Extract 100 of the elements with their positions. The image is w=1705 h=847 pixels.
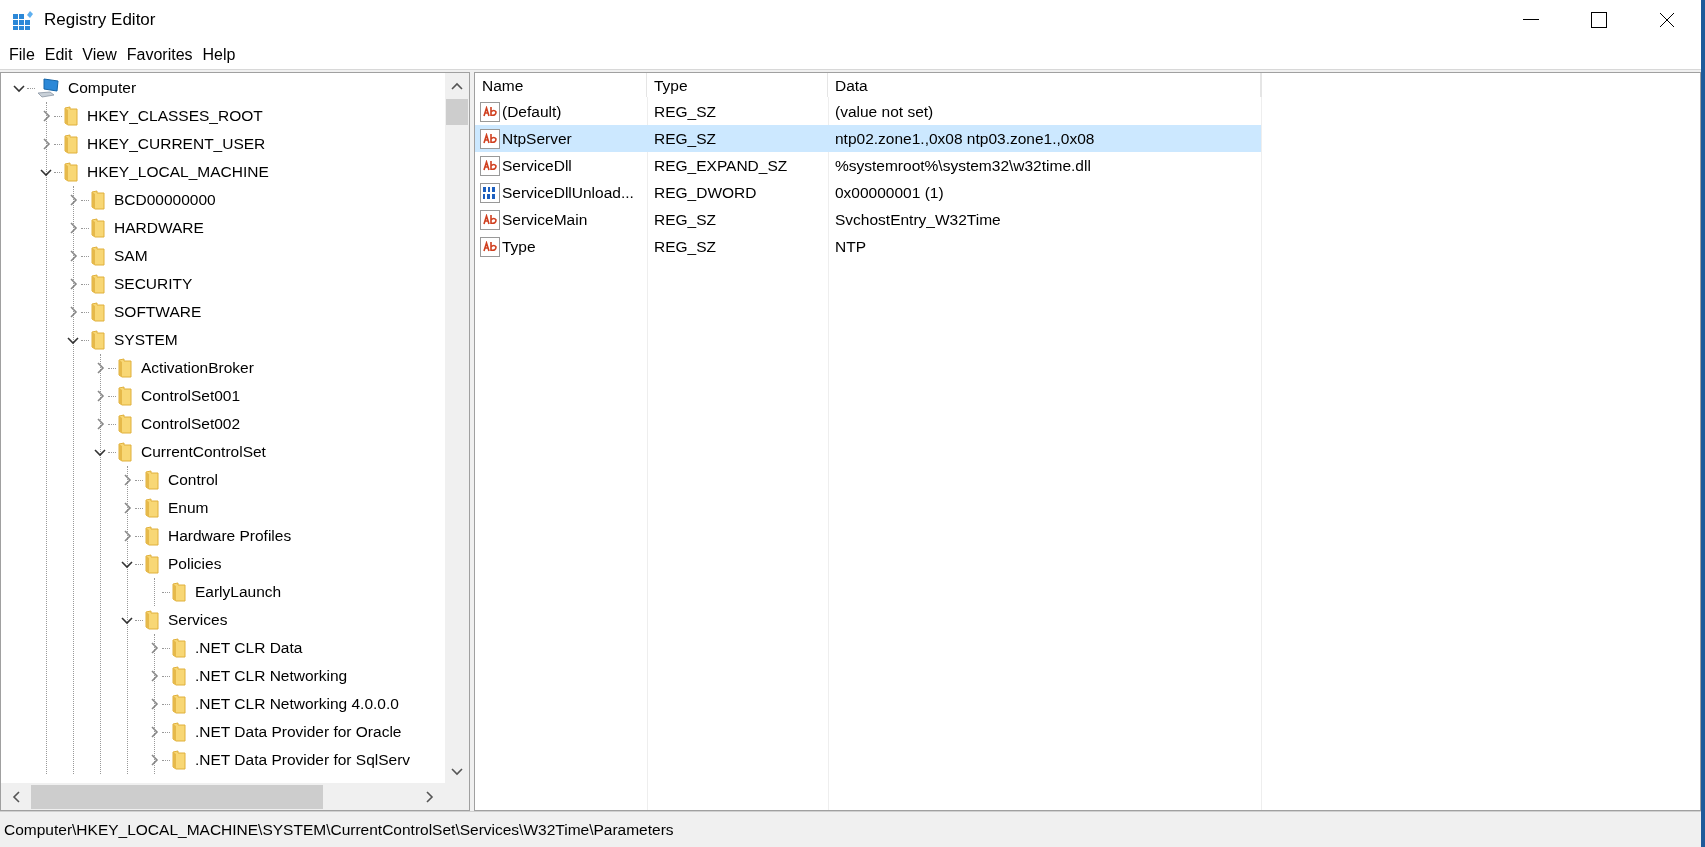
tree-item[interactable]: .NET CLR Networking [194,664,349,688]
folder-icon [118,358,132,378]
folder-icon [91,330,105,350]
folder-icon [172,722,186,742]
folder-icon [64,134,78,154]
table-row[interactable]: (Default) REG_SZ (value not set) [475,98,1261,125]
chevron-down-icon[interactable] [94,446,106,458]
tree-item[interactable]: ControlSet002 [140,412,242,436]
value-name: ServiceMain [502,209,588,230]
chevron-right-icon[interactable] [94,390,106,402]
maximize-icon [1591,12,1607,28]
chevron-down-icon[interactable] [121,614,133,626]
binary-value-icon [480,182,500,203]
folder-icon [91,218,105,238]
folder-icon [91,302,105,322]
tree-item[interactable]: EarlyLaunch [194,580,283,604]
tree-item[interactable]: Policies [167,552,223,576]
tree-item[interactable]: Hardware Profiles [167,524,293,548]
tree-item[interactable]: HKEY_LOCAL_MACHINE [86,160,270,184]
folder-icon [145,526,159,546]
scroll-left-icon[interactable] [11,790,21,803]
tree-item[interactable]: .NET CLR Data [194,636,304,660]
chevron-down-icon[interactable] [40,166,52,178]
menu-item[interactable]: Favorites [121,42,198,67]
chevron-down-icon[interactable] [121,558,133,570]
table-row[interactable]: ServiceDllUnload... REG_DWORD 0x00000001 (1) [475,179,1261,206]
table-row[interactable]: Type REG_SZ NTP [475,233,1261,260]
tree-item[interactable]: ControlSet001 [140,384,242,408]
value-name: NtpServer [502,128,572,149]
scrollbar-thumb[interactable] [446,99,468,125]
tree-item[interactable]: CurrentControlSet [140,440,267,464]
scrollbar-thumb[interactable] [31,784,323,809]
folder-icon [145,610,159,630]
folder-icon [172,582,186,602]
tree-item[interactable]: Computer [67,76,138,100]
registry-app-icon [12,9,34,31]
tree-item[interactable]: .NET Data Provider for Oracle [194,720,403,744]
tree-item[interactable]: ActivationBroker [140,356,255,380]
window-title: Registry Editor [44,9,156,32]
status-bar: Computer\HKEY_LOCAL_MACHINE\SYSTEM\CurrentControlSet\Services\W32Time\Parameters [0,811,1701,847]
chevron-right-icon[interactable] [67,278,79,290]
close-icon [1659,12,1675,28]
chevron-right-icon[interactable] [67,306,79,318]
folder-icon [91,274,105,294]
tree-item[interactable]: Enum [167,496,210,520]
minimize-icon [1523,19,1539,21]
menu-item[interactable]: View [77,42,122,67]
vertical-scrollbar[interactable] [445,73,469,783]
value-type: REG_SZ [653,128,717,149]
tree-item[interactable]: .NET CLR Networking 4.0.0.0 [194,692,400,716]
chevron-right-icon[interactable] [121,530,133,542]
menu-item[interactable]: Help [197,42,241,67]
chevron-right-icon[interactable] [148,698,160,710]
tree-item[interactable]: SYSTEM [113,328,179,352]
scroll-up-icon[interactable] [451,81,463,91]
menu-item[interactable]: Edit [39,42,78,67]
column-header[interactable]: Type [647,73,828,97]
chevron-right-icon[interactable] [148,670,160,682]
chevron-right-icon[interactable] [67,222,79,234]
tree-item[interactable]: BCD00000000 [113,188,217,212]
table-row[interactable]: NtpServer REG_SZ ntp02.zone1.,0x08 ntp03.zone1.,0x08 [475,125,1261,152]
horizontal-scrollbar[interactable] [1,783,469,810]
string-value-icon [480,128,500,149]
chevron-down-icon[interactable] [13,82,25,94]
column-header[interactable]: Name [475,73,647,97]
folder-icon [91,190,105,210]
folder-icon [172,638,186,658]
folder-icon [64,162,78,182]
string-value-icon [480,155,500,176]
scroll-right-icon[interactable] [425,790,435,803]
tree-item[interactable]: Services [167,608,229,632]
value-name: Type [502,236,536,257]
chevron-right-icon[interactable] [40,138,52,150]
table-row[interactable]: ServiceDll REG_EXPAND_SZ %systemroot%\system32\w32time.dll [475,152,1261,179]
tree-item[interactable]: HARDWARE [113,216,205,240]
scroll-down-icon[interactable] [451,767,463,777]
tree-item[interactable]: SAM [113,244,149,268]
tree-item[interactable]: HKEY_CURRENT_USER [86,132,267,156]
chevron-right-icon[interactable] [148,754,160,766]
menu-item[interactable]: File [4,42,40,67]
string-value-icon [480,209,500,230]
chevron-down-icon[interactable] [67,334,79,346]
tree-item[interactable]: SECURITY [113,272,194,296]
chevron-right-icon[interactable] [148,642,160,654]
folder-icon [172,750,186,770]
table-row[interactable]: ServiceMain REG_SZ SvchostEntry_W32Time [475,206,1261,233]
tree-item[interactable]: .NET Data Provider for SqlServ [194,748,412,772]
column-header[interactable]: Data [828,73,1261,97]
chevron-right-icon[interactable] [94,418,106,430]
value-type: REG_SZ [653,101,717,122]
chevron-right-icon[interactable] [94,362,106,374]
chevron-right-icon[interactable] [121,474,133,486]
tree-item[interactable]: Control [167,468,219,492]
chevron-right-icon[interactable] [148,726,160,738]
chevron-right-icon[interactable] [67,250,79,262]
chevron-right-icon[interactable] [121,502,133,514]
chevron-right-icon[interactable] [67,194,79,206]
chevron-right-icon[interactable] [40,110,52,122]
tree-item[interactable]: HKEY_CLASSES_ROOT [86,104,264,128]
tree-item[interactable]: SOFTWARE [113,300,203,324]
